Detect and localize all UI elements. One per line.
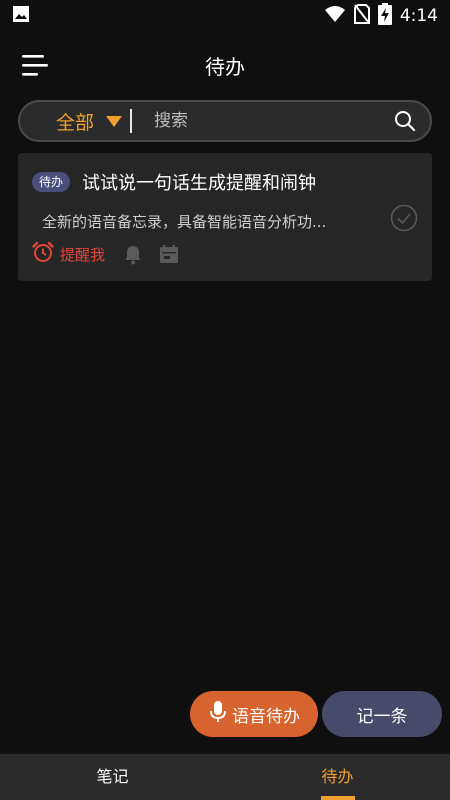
new-note-button[interactable]: 记一条 <box>322 691 442 737</box>
search-icon[interactable] <box>394 110 416 132</box>
bell-icon[interactable] <box>123 243 143 265</box>
todo-item-card[interactable]: 待办 试试说一句话生成提醒和闹钟 全新的语音备忘录，具备智能语音分析功... 提… <box>18 153 432 281</box>
image-notification-icon <box>12 5 30 27</box>
remind-me-label: 提醒我 <box>60 245 106 264</box>
no-sim-icon <box>353 4 370 28</box>
todo-title: 试试说一句话生成提醒和闹钟 <box>82 173 316 194</box>
status-time: 4:14 <box>399 6 438 26</box>
wifi-icon <box>324 5 346 27</box>
search-input[interactable] <box>152 110 394 132</box>
calendar-icon[interactable] <box>159 244 179 264</box>
filter-dropdown[interactable]: 全部 <box>56 108 123 135</box>
battery-charging-icon <box>377 3 392 29</box>
reminder-row: 提醒我 <box>32 241 179 267</box>
microphone-icon <box>208 700 228 728</box>
voice-todo-button[interactable]: 语音待办 <box>190 691 318 737</box>
app-header: 待办 <box>0 38 450 94</box>
search-bar: 全部 <box>18 100 432 142</box>
tab-todo-label: 待办 <box>321 767 354 786</box>
alarm-clock-icon <box>32 241 54 267</box>
caret-down-icon <box>106 113 123 132</box>
tab-notes-label: 笔记 <box>96 767 129 786</box>
tab-todo[interactable]: 待办 <box>225 754 450 800</box>
voice-todo-label: 语音待办 <box>232 706 300 727</box>
search-divider <box>130 109 133 133</box>
check-circle-icon <box>390 204 418 232</box>
status-tag: 待办 <box>32 172 71 192</box>
complete-toggle[interactable] <box>390 204 418 232</box>
bottom-nav: 笔记 待办 <box>0 754 450 800</box>
todo-description: 全新的语音备忘录，具备智能语音分析功... <box>42 213 327 231</box>
filter-label: 全部 <box>56 111 95 134</box>
status-bar: 4:14 <box>0 0 450 32</box>
active-tab-indicator <box>320 796 355 800</box>
page-title: 待办 <box>205 55 245 79</box>
tab-notes[interactable]: 笔记 <box>0 754 225 800</box>
remind-me-button[interactable]: 提醒我 <box>32 241 105 267</box>
